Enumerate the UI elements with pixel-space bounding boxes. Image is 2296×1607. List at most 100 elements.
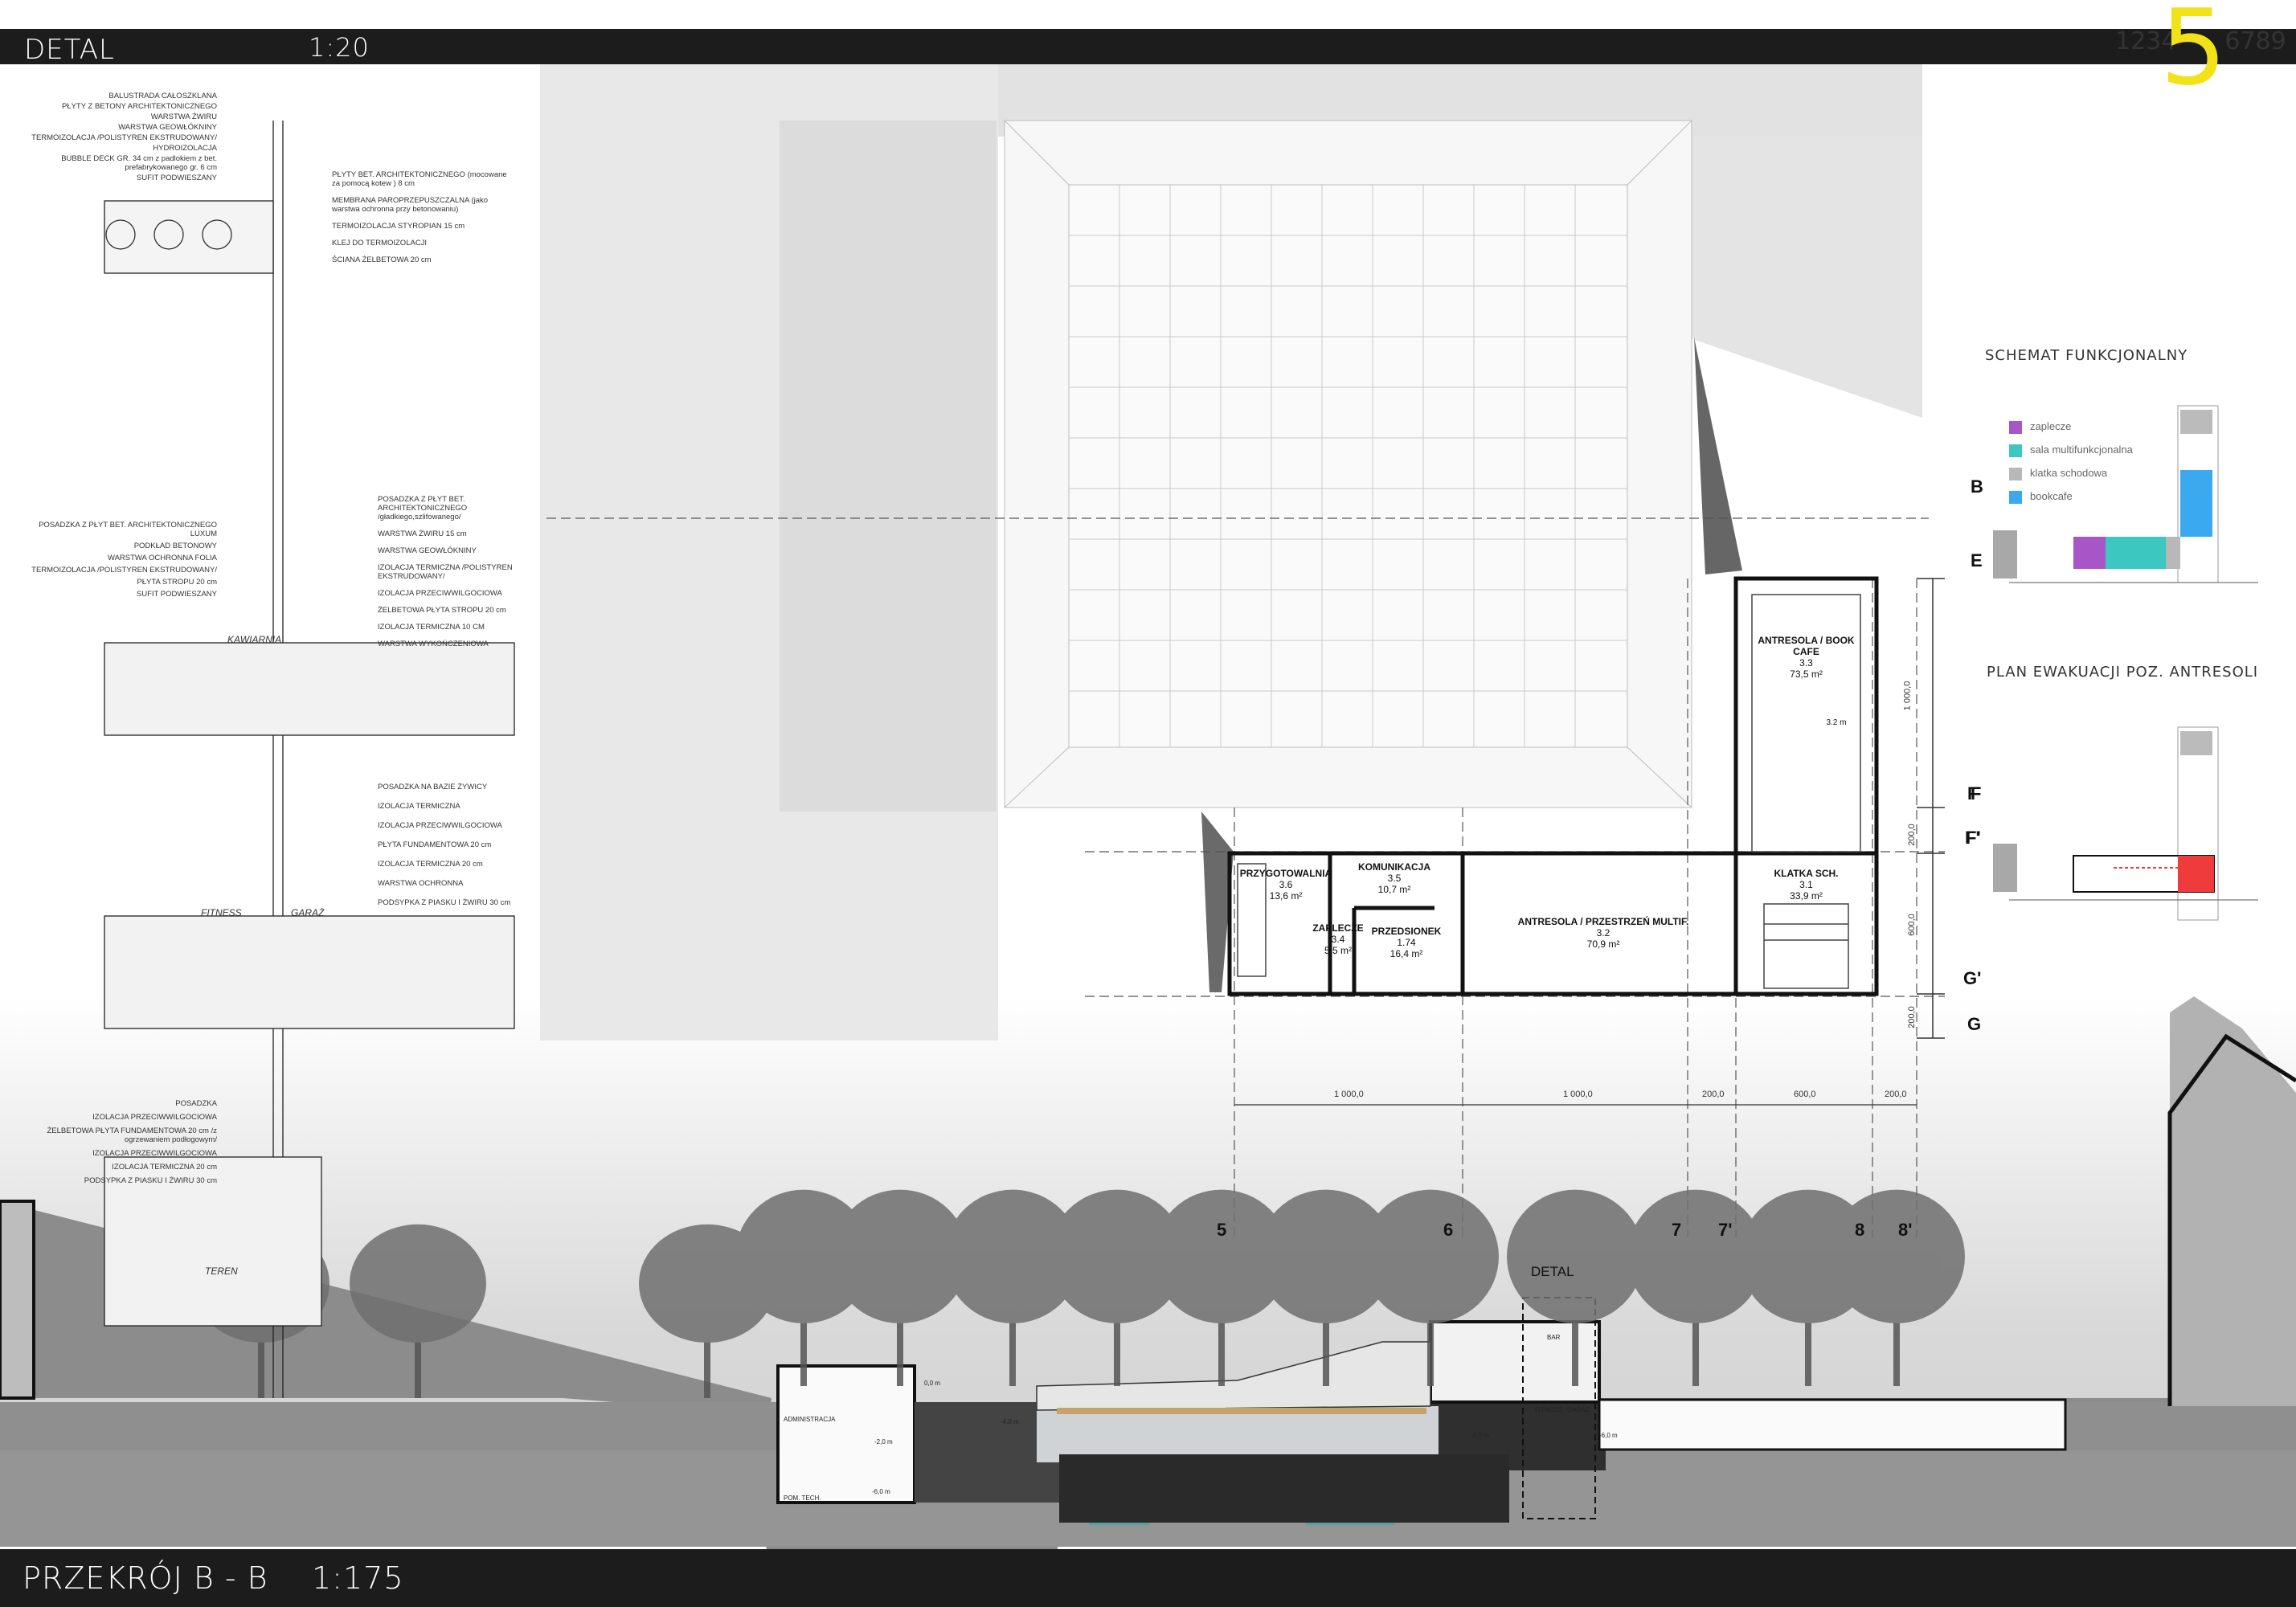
- room-number: 3.3: [1799, 657, 1813, 669]
- detail-layer-label: SUFIT PODWIESZANY: [136, 174, 217, 182]
- schemat-bookcafe: [2180, 470, 2212, 537]
- site-lawn: [780, 121, 997, 812]
- detail-group1-left-labels: BALUSTRADA CAŁOSZKLANA PŁYTY Z BETONY ARC…: [16, 92, 217, 184]
- tree: [832, 1189, 968, 1386]
- schemat-axis-e: E: [1971, 550, 1983, 570]
- ewak-red-zone: [2178, 856, 2214, 892]
- detail-group3-right-labels: POSADZKA NA BAZIE ŻYWICY IZOLACJA TERMICZ…: [378, 783, 522, 918]
- section-glass-roof: [1036, 1341, 1431, 1411]
- detail-layer-label: WARSTWA OCHRONNA: [378, 879, 464, 888]
- tree: [1828, 1189, 1965, 1386]
- detail-layer-label: ŚCIANA ŻELBETOWA 20 cm: [332, 256, 432, 264]
- room-area: 73,5 m²: [1790, 669, 1823, 680]
- wedge-right: [1694, 337, 1742, 575]
- section-level-5: -4,0 m: [1471, 1432, 1489, 1439]
- level-mark: 3.2 m: [1826, 718, 1847, 727]
- detail-layer-label: TERMOIZOLACJA /POLISTYREN EKSTRUDOWANY/: [31, 566, 217, 575]
- axis-dim-600: 600,0: [1906, 914, 1917, 936]
- section-label-administracja: ADMINISTRACJA: [784, 1416, 836, 1423]
- detail-layer-label: POSADZKA: [175, 1099, 217, 1108]
- ewakuacja-axis-f-prime: F': [1966, 828, 1981, 848]
- detail-label-fitness: FITNESS: [201, 907, 242, 918]
- section-main-space: [1037, 1406, 1439, 1462]
- room-area: 33,9 m²: [1790, 890, 1823, 902]
- detail-label-kawiarnia: KAWIARNIA: [227, 634, 282, 645]
- detail-layer-label: WARSTWA OCHRONNA FOLIA: [107, 554, 217, 562]
- section-admin-block: [776, 1364, 916, 1504]
- detail-layer-label: IZOLACJA TERMICZNA: [378, 802, 460, 811]
- schemat-diagram: [1993, 405, 2258, 583]
- section-axis-5: 5: [1217, 1220, 1227, 1240]
- detail-layer-label: PŁYTY Z BETONY ARCHITEKTONICZNEGO: [61, 102, 217, 111]
- detail-layer-label: HYDROIZOLACJA: [153, 144, 217, 153]
- axis-dim-200b: 200,0: [1906, 1006, 1917, 1028]
- detail-layer-label: BUBBLE DECK GR. 34 cm z padlokiem z bet.…: [61, 154, 217, 172]
- detail-layer-label: WARSTWA ŻWIRU: [150, 112, 217, 121]
- room-name: ZAPLECZE: [1312, 922, 1364, 934]
- detail-label-teren: TEREN: [205, 1266, 238, 1277]
- room-zaplecze: ZAPLECZE 3.4 5,5 m²: [1310, 922, 1366, 956]
- detail-layer-label: IZOLACJA TERMICZNA 10 CM: [378, 623, 485, 632]
- detail-layer-label: POSADZKA Z PŁYT BET. ARCHITEKTONICZNEGO …: [378, 495, 468, 521]
- room-number: 3.5: [1387, 873, 1402, 884]
- room-przygotowalnia: PRZYGOTOWALNIA 3.6 13,6 m²: [1238, 868, 1334, 902]
- footer-scale: 1:175: [312, 1560, 404, 1596]
- tree-crown: [1362, 1189, 1499, 1324]
- detail-layer-label: IZOLACJA TERMICZNA 20 cm: [112, 1163, 217, 1172]
- room-name: KLATKA SCH.: [1774, 868, 1839, 879]
- bottom-dim-4: 600,0: [1794, 1090, 1816, 1099]
- bottom-dim-1: 1 000,0: [1334, 1090, 1364, 1099]
- room-name: ANTRESOLA / PRZESTRZEŃ MULTIF.: [1517, 916, 1689, 927]
- tree-crown: [1507, 1189, 1643, 1324]
- room-number: 1.74: [1397, 937, 1416, 948]
- section-wood-band: [1057, 1408, 1426, 1414]
- detail-layer-label: IZOLACJA TERMICZNA /POLISTYREN EKSTRUDOW…: [378, 563, 513, 581]
- building-right: [2170, 996, 2296, 1406]
- detail-group2-left-labels: POSADZKA Z PŁYT BET. ARCHITEKTONICZNEGO …: [16, 521, 217, 602]
- schemat-gray-top: [2180, 410, 2212, 434]
- section-axis-6: 6: [1443, 1220, 1454, 1240]
- ewakuacja-axis-f: F: [1971, 783, 1982, 804]
- detail-layer-label: TERMOIZOLACJA STYROPIAN 15 cm: [332, 222, 465, 231]
- room-przedsionek: PRZEDSIONEK 1.74 16,4 m²: [1366, 926, 1447, 959]
- detail-label-garaz: GARAŻ: [291, 907, 325, 918]
- room-area: 10,7 m²: [1377, 884, 1411, 895]
- glass-roof: [1004, 120, 1692, 808]
- room-area: 16,4 m²: [1389, 948, 1423, 959]
- detail-layer-label: PŁYTA FUNDAMENTOWA 20 cm: [378, 840, 492, 849]
- detail-layer-label: KLEJ DO TERMOIZOLACJI: [332, 239, 428, 247]
- ewak-gray-left: [1993, 844, 2017, 892]
- section-axis-8: 8: [1855, 1220, 1865, 1240]
- building-left: [0, 1200, 35, 1400]
- section-detal-label: DETAL: [1531, 1264, 1574, 1279]
- schemat-axis-b: B: [1971, 476, 1983, 497]
- room-area: 13,6 m²: [1269, 890, 1303, 902]
- detail-layer-label: WARSTWA WYKOŃCZENIOWA: [378, 640, 489, 648]
- tree-crown: [350, 1224, 486, 1343]
- detail-drawing: [104, 121, 515, 1398]
- section-axis-8-prime: 8': [1898, 1220, 1913, 1240]
- detail-layer-label: BALUSTRADA CAŁOSZKLANA: [108, 92, 217, 100]
- detail-layer-label: IZOLACJA PRZECIWWILGOCIOWA: [92, 1149, 217, 1158]
- room-antresola-multif: ANTRESOLA / PRZESTRZEŃ MULTIF. 3.2 70,9 …: [1511, 916, 1696, 950]
- room-area: 70,9 m²: [1586, 938, 1620, 950]
- section-level-3: -4,0 m: [1001, 1418, 1019, 1425]
- axis-label-g: G: [1967, 1014, 1982, 1034]
- detail-layer-label: IZOLACJA TERMICZNA 20 cm: [378, 860, 483, 869]
- room-komunikacja: KOMUNIKACJA 3.5 10,7 m²: [1346, 861, 1443, 895]
- section-label-bar: BAR: [1547, 1334, 1561, 1341]
- section-lower: [1059, 1454, 1509, 1523]
- room-number: 3.4: [1331, 934, 1345, 945]
- bottom-dim-5: 200,0: [1885, 1090, 1907, 1099]
- footer-bar: PRZEKRÓJ B - B 1:175: [0, 1549, 2296, 1607]
- section-axis-7: 7: [1672, 1220, 1682, 1240]
- axis-dim-200a: 200,0: [1906, 824, 1917, 846]
- section-level-1: 0,0 m: [924, 1380, 941, 1387]
- room-name: PRZYGOTOWALNIA: [1239, 868, 1332, 879]
- footer-title: PRZEKRÓJ B - B: [23, 1560, 268, 1596]
- room-number: 3.2: [1596, 927, 1610, 938]
- detail-layer-label: PODSYPKA Z PIASKU I ŻWIRU 30 cm: [84, 1176, 217, 1185]
- bottom-dim-3: 200,0: [1702, 1090, 1725, 1099]
- section-level-6: -6,0 m: [1599, 1432, 1618, 1439]
- room-name: ANTRESOLA / BOOK CAFE: [1758, 635, 1855, 657]
